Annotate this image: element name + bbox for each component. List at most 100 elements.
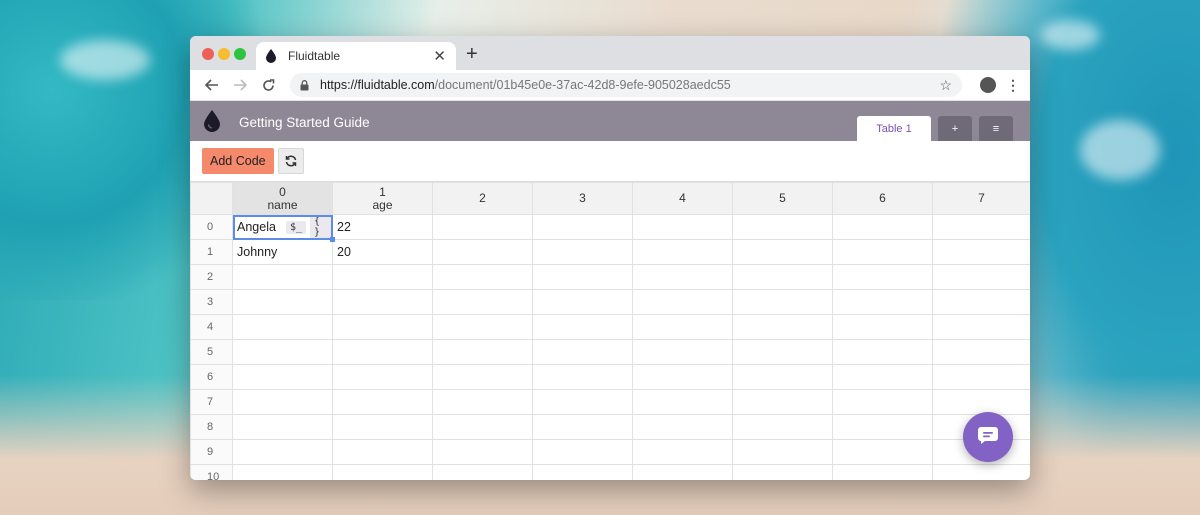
grid-cell[interactable] — [432, 364, 533, 390]
grid-cell[interactable] — [932, 364, 1030, 390]
close-window-button[interactable] — [202, 48, 214, 60]
grid-cell[interactable] — [332, 264, 433, 290]
back-icon[interactable] — [200, 73, 224, 97]
row-header[interactable]: 0 — [190, 214, 233, 240]
grid-cell[interactable] — [832, 214, 933, 240]
column-header[interactable]: 5 — [732, 182, 833, 215]
grid-cell[interactable] — [532, 239, 633, 265]
grid-cell[interactable] — [432, 339, 533, 365]
grid-cell[interactable] — [632, 264, 733, 290]
grid-cell[interactable] — [632, 389, 733, 415]
row-header[interactable]: 8 — [190, 414, 233, 440]
grid-cell[interactable] — [832, 364, 933, 390]
grid-cell[interactable] — [632, 339, 733, 365]
grid-cell[interactable] — [632, 364, 733, 390]
grid-cell[interactable] — [332, 339, 433, 365]
grid-cell[interactable] — [332, 364, 433, 390]
json-code-button[interactable]: { } — [309, 215, 332, 239]
add-code-button[interactable]: Add Code — [202, 148, 274, 174]
grid-cell[interactable] — [432, 414, 533, 440]
grid-cell[interactable] — [232, 464, 333, 480]
tables-menu-button[interactable]: ≡ — [979, 116, 1013, 141]
row-header[interactable]: 3 — [190, 289, 233, 315]
grid-cell[interactable] — [232, 439, 333, 465]
grid-cell[interactable] — [732, 314, 833, 340]
grid-cell[interactable] — [832, 264, 933, 290]
grid-cell[interactable] — [332, 314, 433, 340]
grid-cell[interactable] — [432, 439, 533, 465]
browser-tab[interactable]: Fluidtable ✕ — [256, 42, 456, 70]
row-header[interactable]: 2 — [190, 264, 233, 290]
column-header[interactable]: 1 age — [332, 182, 433, 215]
grid-cell[interactable] — [532, 414, 633, 440]
grid-cell[interactable] — [632, 439, 733, 465]
grid-cell[interactable]: 22 — [332, 214, 433, 240]
grid-cell[interactable] — [532, 464, 633, 480]
grid-cell[interactable] — [932, 314, 1030, 340]
grid-cell[interactable] — [832, 339, 933, 365]
grid-cell[interactable] — [732, 439, 833, 465]
add-table-button[interactable]: + — [938, 116, 972, 141]
grid-cell[interactable] — [232, 289, 333, 315]
chat-button[interactable] — [963, 412, 1013, 462]
grid-cell[interactable]: 20 — [332, 239, 433, 265]
minimize-window-button[interactable] — [218, 48, 230, 60]
grid-cell[interactable]: Johnny — [232, 239, 333, 265]
grid-cell[interactable] — [332, 439, 433, 465]
grid-cell[interactable] — [232, 339, 333, 365]
grid-cell[interactable] — [232, 264, 333, 290]
column-header[interactable]: 7 — [932, 182, 1030, 215]
row-header[interactable]: 4 — [190, 314, 233, 340]
grid-cell[interactable] — [932, 289, 1030, 315]
grid-cell[interactable] — [332, 414, 433, 440]
grid-cell[interactable] — [832, 464, 933, 480]
grid-cell[interactable] — [732, 464, 833, 480]
grid-cell[interactable] — [432, 389, 533, 415]
row-header[interactable]: 6 — [190, 364, 233, 390]
grid-cell[interactable] — [232, 414, 333, 440]
grid-cell[interactable] — [532, 214, 633, 240]
grid-cell[interactable] — [532, 289, 633, 315]
fill-handle[interactable] — [330, 237, 335, 242]
grid-cell[interactable] — [432, 214, 533, 240]
grid-cell[interactable] — [932, 264, 1030, 290]
refresh-icon[interactable] — [277, 148, 304, 174]
column-header[interactable]: 0 name — [232, 182, 333, 215]
grid-cell[interactable] — [932, 339, 1030, 365]
grid-cell[interactable] — [232, 364, 333, 390]
grid-cell[interactable] — [632, 214, 733, 240]
star-icon[interactable]: ☆ — [939, 77, 952, 94]
grid-cell[interactable] — [732, 414, 833, 440]
grid-cell[interactable] — [832, 389, 933, 415]
row-header[interactable]: 9 — [190, 439, 233, 465]
grid-cell[interactable] — [532, 364, 633, 390]
tab-close-icon[interactable]: ✕ — [433, 47, 446, 65]
grid-cell[interactable] — [232, 389, 333, 415]
grid-cell[interactable] — [432, 239, 533, 265]
grid-cell[interactable] — [532, 439, 633, 465]
grid-cell[interactable] — [432, 464, 533, 480]
grid-cell[interactable] — [632, 464, 733, 480]
grid-cell[interactable]: Angela $_{ } — [232, 214, 335, 242]
grid-cell[interactable] — [832, 289, 933, 315]
grid-cell[interactable] — [732, 289, 833, 315]
grid-cell[interactable] — [332, 464, 433, 480]
grid-cell[interactable] — [332, 389, 433, 415]
column-header[interactable]: 4 — [632, 182, 733, 215]
profile-icon[interactable] — [980, 77, 996, 93]
row-header[interactable]: 5 — [190, 339, 233, 365]
grid-cell[interactable] — [832, 414, 933, 440]
grid-cell[interactable] — [532, 264, 633, 290]
grid-cell[interactable] — [432, 314, 533, 340]
grid-cell[interactable] — [432, 264, 533, 290]
column-header[interactable]: 6 — [832, 182, 933, 215]
grid-cell[interactable] — [932, 239, 1030, 265]
grid-cell[interactable] — [632, 414, 733, 440]
tab-table-1[interactable]: Table 1 — [857, 116, 931, 141]
grid-cell[interactable] — [632, 314, 733, 340]
forward-icon[interactable] — [228, 73, 252, 97]
address-bar[interactable]: https://fluidtable.com/document/01b45e0e… — [290, 73, 962, 97]
grid-cell[interactable] — [832, 439, 933, 465]
column-header[interactable]: 2 — [432, 182, 533, 215]
kebab-menu-icon[interactable]: ⋮ — [1006, 77, 1020, 94]
